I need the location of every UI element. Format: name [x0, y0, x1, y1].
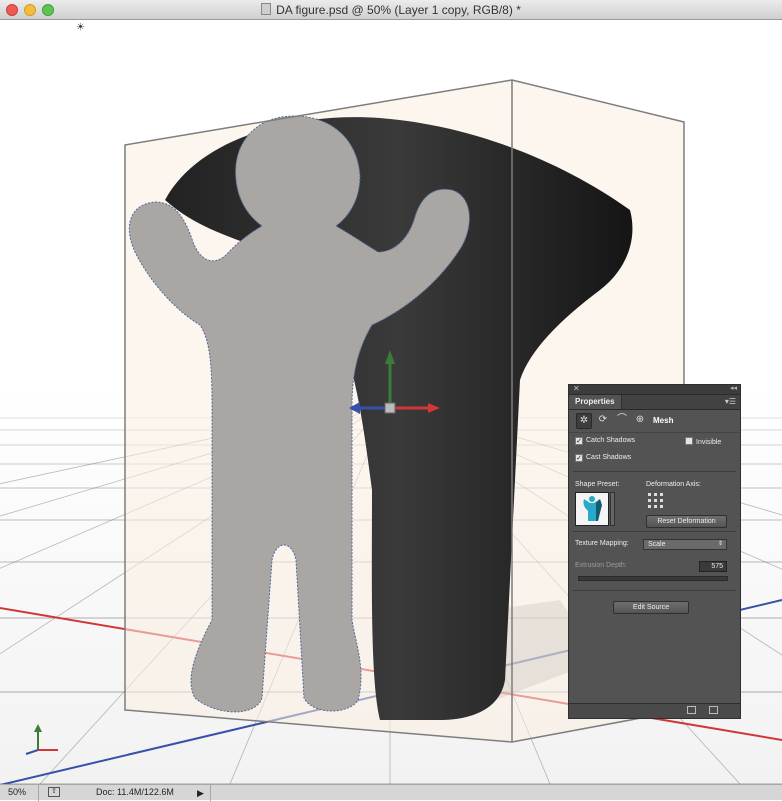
render-icon[interactable]: [687, 706, 696, 714]
select-arrows-icon: ⇕: [717, 541, 723, 547]
deformation-axis-label: Deformation Axis:: [646, 481, 701, 488]
panel-footer: [569, 703, 740, 718]
close-panel-icon[interactable]: ✕: [573, 384, 580, 393]
section-divider: [573, 590, 736, 591]
document-size: Doc: 11.4M/122.6M: [96, 787, 174, 797]
gizmo-center[interactable]: [384, 402, 396, 414]
status-bar: 50% ⇧ Doc: 11.4M/122.6M ▶: [0, 784, 782, 801]
status-separator: [38, 785, 39, 801]
preset-dropdown-arrow[interactable]: [610, 492, 615, 526]
title-bar: DA figure.psd @ 50% (Layer 1 copy, RGB/8…: [0, 0, 782, 20]
cast-shadows-checkbox[interactable]: ✓: [575, 454, 583, 462]
invisible-checkbox[interactable]: [685, 437, 693, 445]
mesh-properties-icon[interactable]: ✲: [576, 413, 592, 429]
catch-shadows-row[interactable]: ✓ Catch Shadows: [575, 437, 635, 445]
panel-tab-bar: Properties ▾☰: [569, 395, 740, 410]
export-icon[interactable]: ⇧: [48, 787, 60, 797]
mode-icons-row: ✲ ⟳ ⌒ ⊕ Mesh: [569, 410, 740, 433]
zoom-level[interactable]: 50%: [8, 787, 26, 797]
deformation-axis-grid[interactable]: [648, 493, 664, 509]
section-divider: [573, 531, 736, 532]
cast-shadows-label: Cast Shadows: [586, 454, 632, 461]
edit-source-button[interactable]: Edit Source: [613, 601, 689, 614]
properties-panel: ✕ ◂◂ Properties ▾☰ ✲ ⟳ ⌒ ⊕ Mesh ✓ Catch S…: [568, 384, 741, 719]
shape-preset-thumbnail[interactable]: [575, 492, 609, 526]
panel-header: ✕ ◂◂: [569, 384, 740, 395]
tab-properties[interactable]: Properties: [569, 395, 622, 409]
catch-shadows-label: Catch Shadows: [586, 437, 636, 444]
shape-preset-label: Shape Preset:: [575, 481, 620, 488]
texture-mapping-value: Scale: [648, 541, 666, 548]
texture-mapping-label: Texture Mapping:: [575, 540, 629, 547]
window-title: DA figure.psd @ 50% (Layer 1 copy, RGB/8…: [276, 3, 521, 17]
document-icon: [261, 3, 272, 15]
section-divider: [573, 471, 736, 472]
mode-label: Mesh: [653, 416, 674, 425]
extrusion-depth-label: Extrusion Depth:: [575, 562, 627, 569]
extrusion-depth-slider[interactable]: [578, 576, 728, 581]
catch-shadows-checkbox[interactable]: ✓: [575, 437, 583, 445]
cast-shadows-row[interactable]: ✓ Cast Shadows: [575, 454, 631, 462]
invisible-label: Invisible: [696, 439, 722, 446]
trash-icon[interactable]: [709, 706, 718, 714]
panel-menu-icon[interactable]: ▾☰: [725, 397, 736, 406]
extrusion-depth-field[interactable]: 575: [699, 561, 727, 572]
coordinates-icon[interactable]: ⊕: [633, 413, 647, 427]
cap-icon[interactable]: ⌒: [615, 413, 629, 427]
status-menu-arrow-icon[interactable]: ▶: [197, 788, 204, 799]
deform-icon[interactable]: ⟳: [596, 413, 610, 427]
invisible-row[interactable]: Invisible: [685, 437, 721, 446]
status-separator: [210, 785, 211, 801]
light-icon[interactable]: ☀: [76, 22, 85, 33]
reset-deformation-button[interactable]: Reset Deformation: [646, 515, 727, 528]
texture-mapping-select[interactable]: Scale ⇕: [643, 539, 727, 550]
collapse-panel-icon[interactable]: ◂◂: [730, 384, 737, 392]
figure-preset-icon: [576, 493, 608, 525]
window-title-container: DA figure.psd @ 50% (Layer 1 copy, RGB/8…: [0, 3, 782, 17]
